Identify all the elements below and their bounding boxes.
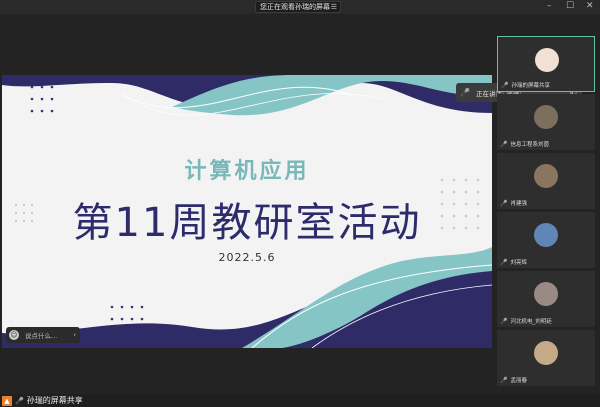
collapse-icon[interactable]: ‹ xyxy=(73,331,76,339)
mic-icon: 🎤 xyxy=(500,140,508,148)
avatar xyxy=(534,164,558,188)
menu-icon[interactable]: ☰ xyxy=(331,3,337,11)
slide-subtitle: 计算机应用 xyxy=(184,159,310,184)
avatar xyxy=(534,223,558,247)
participant-tile[interactable]: 🎤 信息工程系刘茵 xyxy=(497,94,595,150)
participant-name: 肖建强 xyxy=(510,201,527,207)
participant-tile[interactable]: 🎤 河北机电_刘明廷 xyxy=(497,271,595,327)
participant-name: 刘亮辉 xyxy=(510,260,527,266)
maximize-icon[interactable]: ☐ xyxy=(566,1,574,11)
participant-tile[interactable]: 🎤 肖建强 xyxy=(497,153,595,209)
participant-tile[interactable]: 🎤 孟丽春 xyxy=(497,330,595,386)
screen-share-indicator[interactable]: 您正在观看孙瑞的屏幕 ☰ xyxy=(255,1,341,13)
avatar xyxy=(534,282,558,306)
participant-name: 信息工程系刘茵 xyxy=(510,142,549,148)
mic-icon: 🎤 xyxy=(500,199,508,207)
mic-icon: 🎤 xyxy=(15,396,24,405)
participant-name: 孙瑞的屏幕共享 xyxy=(511,83,550,89)
share-status-text: 您正在观看孙瑞的屏幕 xyxy=(260,3,330,11)
participant-name: 河北机电_刘明廷 xyxy=(510,319,552,325)
slide-date: 2022.5.6 xyxy=(218,251,276,264)
avatar xyxy=(534,341,558,365)
close-icon[interactable]: ✕ xyxy=(586,1,594,11)
participant-tile[interactable]: 🎤 刘亮辉 xyxy=(497,212,595,268)
user-icon: ▲ xyxy=(2,395,12,406)
bottom-bar: ▲ 🎤 孙瑞的屏幕共享 xyxy=(0,394,600,407)
chat-placeholder: 说点什么... xyxy=(25,332,58,340)
mic-icon: 🎤 xyxy=(500,258,508,266)
avatar xyxy=(535,48,559,72)
avatar xyxy=(534,105,558,129)
shared-slide: 计算机应用 第11周教研室活动 2022.5.6 xyxy=(2,75,492,348)
mic-icon: 🎤 xyxy=(460,88,470,97)
mic-icon: 🎤 xyxy=(500,376,508,384)
minimize-icon[interactable]: – xyxy=(547,1,552,11)
emoji-icon[interactable]: ☺ xyxy=(9,330,19,340)
mic-icon: 🎤 xyxy=(501,81,509,89)
participant-name: 孟丽春 xyxy=(510,378,527,384)
mic-icon: 🎤 xyxy=(500,317,508,325)
screen-share-label: 孙瑞的屏幕共享 xyxy=(26,396,83,405)
top-bar: 您正在观看孙瑞的屏幕 ☰ – ☐ ✕ xyxy=(0,0,600,14)
chat-input[interactable]: ☺ 说点什么... ‹ xyxy=(6,327,80,343)
participant-tile[interactable]: 🎤 孙瑞的屏幕共享 xyxy=(497,36,595,92)
slide-title: 第11周教研室活动 xyxy=(72,200,422,246)
